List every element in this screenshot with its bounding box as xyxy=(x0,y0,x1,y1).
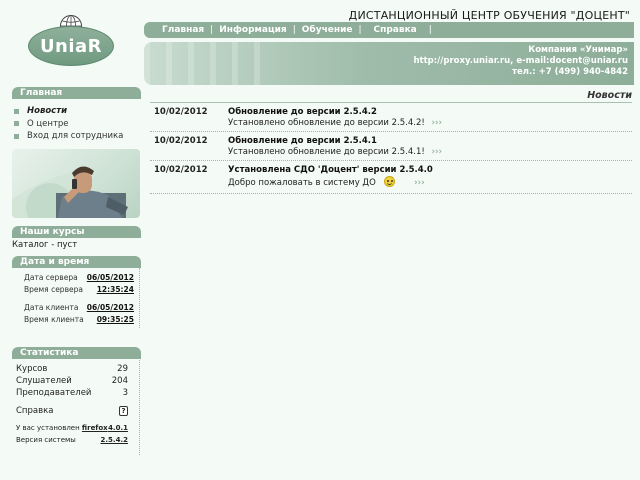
client-time-row: Время клиента 09:35:25 xyxy=(24,315,134,324)
system-version-row: Версия системы 2.5.4.2 xyxy=(16,436,128,444)
client-date-value: 06/05/2012 xyxy=(86,303,134,312)
server-date-value: 06/05/2012 xyxy=(86,273,134,282)
datetime-heading: Дата и время xyxy=(12,256,141,268)
nav-information[interactable]: Информация xyxy=(213,25,293,35)
courses-section: Наши курсы xyxy=(12,226,141,238)
news-text: Установлено обновление до версии 2.5.4.2… xyxy=(228,118,425,128)
stat-courses-value: 29 xyxy=(117,364,128,374)
courses-heading: Наши курсы xyxy=(12,226,141,238)
news-divider xyxy=(150,193,632,194)
logo-text: UniaR xyxy=(39,36,103,57)
help-icon[interactable]: ? xyxy=(119,406,128,416)
sidebar-menu: Новости О центре Вход для сотрудника xyxy=(12,99,141,147)
read-more-link[interactable]: ››› xyxy=(431,147,442,157)
read-more-link[interactable]: ››› xyxy=(431,118,442,128)
stat-courses-row: Курсов 29 xyxy=(16,364,128,374)
site-logo[interactable]: UniaR xyxy=(28,14,114,66)
news-headline: Установлена СДО 'Доцент' версии 2.5.4.0 xyxy=(228,165,433,175)
student-photo xyxy=(12,149,140,218)
nav-training[interactable]: Обучение xyxy=(296,25,359,35)
news-date: 10/02/2012 xyxy=(154,165,208,175)
stats-heading: Статистика xyxy=(12,347,141,359)
stat-listeners-label: Слушателей xyxy=(16,376,72,386)
news-text-row: Установлено обновление до версии 2.5.4.2… xyxy=(228,118,442,128)
company-name: Компания «Унимар» xyxy=(528,45,628,55)
news-divider xyxy=(150,102,632,103)
stat-teachers-row: Преподавателей 3 xyxy=(16,388,128,398)
nav-home[interactable]: Главная xyxy=(156,25,210,35)
client-time-value: 09:35:25 xyxy=(96,315,134,324)
browser-label: У вас установлен xyxy=(16,424,80,432)
news-divider xyxy=(150,131,632,132)
browser-row: У вас установлен firefox 4.0.1 xyxy=(16,424,128,432)
datetime-section: Дата и время xyxy=(12,256,141,268)
stats-divider xyxy=(139,360,140,455)
news-date: 10/02/2012 xyxy=(154,107,208,117)
bullet-icon xyxy=(14,121,19,127)
news-text: Добро пожаловать в систему ДО xyxy=(228,178,376,188)
help-label: Справка xyxy=(16,406,54,416)
news-date: 10/02/2012 xyxy=(154,136,208,146)
nav-separator: | xyxy=(358,25,362,35)
sidebar-item-label: Новости xyxy=(27,106,68,117)
courses-catalog-text: Каталог - пуст xyxy=(12,240,78,250)
client-date-label: Дата клиента xyxy=(24,303,79,312)
help-row: Справка ? xyxy=(16,406,128,416)
bullet-icon xyxy=(14,108,19,114)
sidebar-main-menu: Главная Новости О центре Вход для сотруд… xyxy=(12,87,141,147)
header-banner: Компания «Унимар» http://proxy.uniar.ru,… xyxy=(144,42,634,85)
site-title: ДИСТАНЦИОННЫЙ ЦЕНТР ОБУЧЕНИЯ "ДОЦЕНТ" xyxy=(348,9,630,22)
stat-listeners-value: 204 xyxy=(111,376,128,386)
news-divider xyxy=(150,160,632,161)
stat-courses-label: Курсов xyxy=(16,364,48,374)
system-version-value: 2.5.4.2 xyxy=(100,436,128,444)
company-phone: тел.: +7 (499) 940-4842 xyxy=(512,67,628,77)
client-time-label: Время клиента xyxy=(24,315,84,324)
news-headline: Обновление до версии 2.5.4.1 xyxy=(228,136,377,146)
sidebar-item-staff-login[interactable]: Вход для сотрудника xyxy=(12,130,141,143)
news-headline: Обновление до версии 2.5.4.2 xyxy=(228,107,377,117)
read-more-link[interactable]: ››› xyxy=(414,178,425,188)
nav-separator: | xyxy=(428,25,432,35)
banner-decoration xyxy=(144,42,264,85)
news-title: Новости xyxy=(587,90,632,101)
company-info: Компания «Унимар» http://proxy.uniar.ru,… xyxy=(413,45,628,78)
client-date-row: Дата клиента 06/05/2012 xyxy=(24,303,134,312)
news-text-row: Установлено обновление до версии 2.5.4.1… xyxy=(228,147,442,157)
sidebar-main-heading: Главная xyxy=(12,87,141,99)
server-time-row: Время сервера 12:35:24 xyxy=(24,285,134,294)
datetime-divider xyxy=(139,268,140,328)
student-illustration xyxy=(12,166,128,218)
news-text: Установлено обновление до версии 2.5.4.1… xyxy=(228,147,425,157)
stat-teachers-value: 3 xyxy=(122,388,128,398)
server-time-value: 12:35:24 xyxy=(96,285,134,294)
server-date-label: Дата сервера xyxy=(24,273,78,282)
sidebar-item-about[interactable]: О центре xyxy=(12,118,141,131)
nav-help[interactable]: Справка xyxy=(368,25,423,35)
stats-section: Статистика xyxy=(12,347,141,359)
system-version-label: Версия системы xyxy=(16,436,76,444)
bullet-icon xyxy=(14,133,19,139)
browser-version: 4.0.1 xyxy=(108,424,128,432)
sidebar-item-label: О центре xyxy=(27,118,69,129)
smiley-icon xyxy=(384,176,396,187)
server-time-label: Время сервера xyxy=(24,285,83,294)
server-date-row: Дата сервера 06/05/2012 xyxy=(24,273,134,282)
sidebar-item-news[interactable]: Новости xyxy=(12,105,141,118)
sidebar-item-label: Вход для сотрудника xyxy=(27,131,124,142)
company-contacts: http://proxy.uniar.ru, e-mail:docent@uni… xyxy=(413,56,628,66)
top-navigation: Главная | Информация | Обучение | Справк… xyxy=(144,22,634,38)
browser-name: firefox xyxy=(81,424,108,432)
stat-teachers-label: Преподавателей xyxy=(16,388,92,398)
stat-listeners-row: Слушателей 204 xyxy=(16,376,128,386)
news-text-row: Добро пожаловать в систему ДО ››› xyxy=(228,176,425,188)
